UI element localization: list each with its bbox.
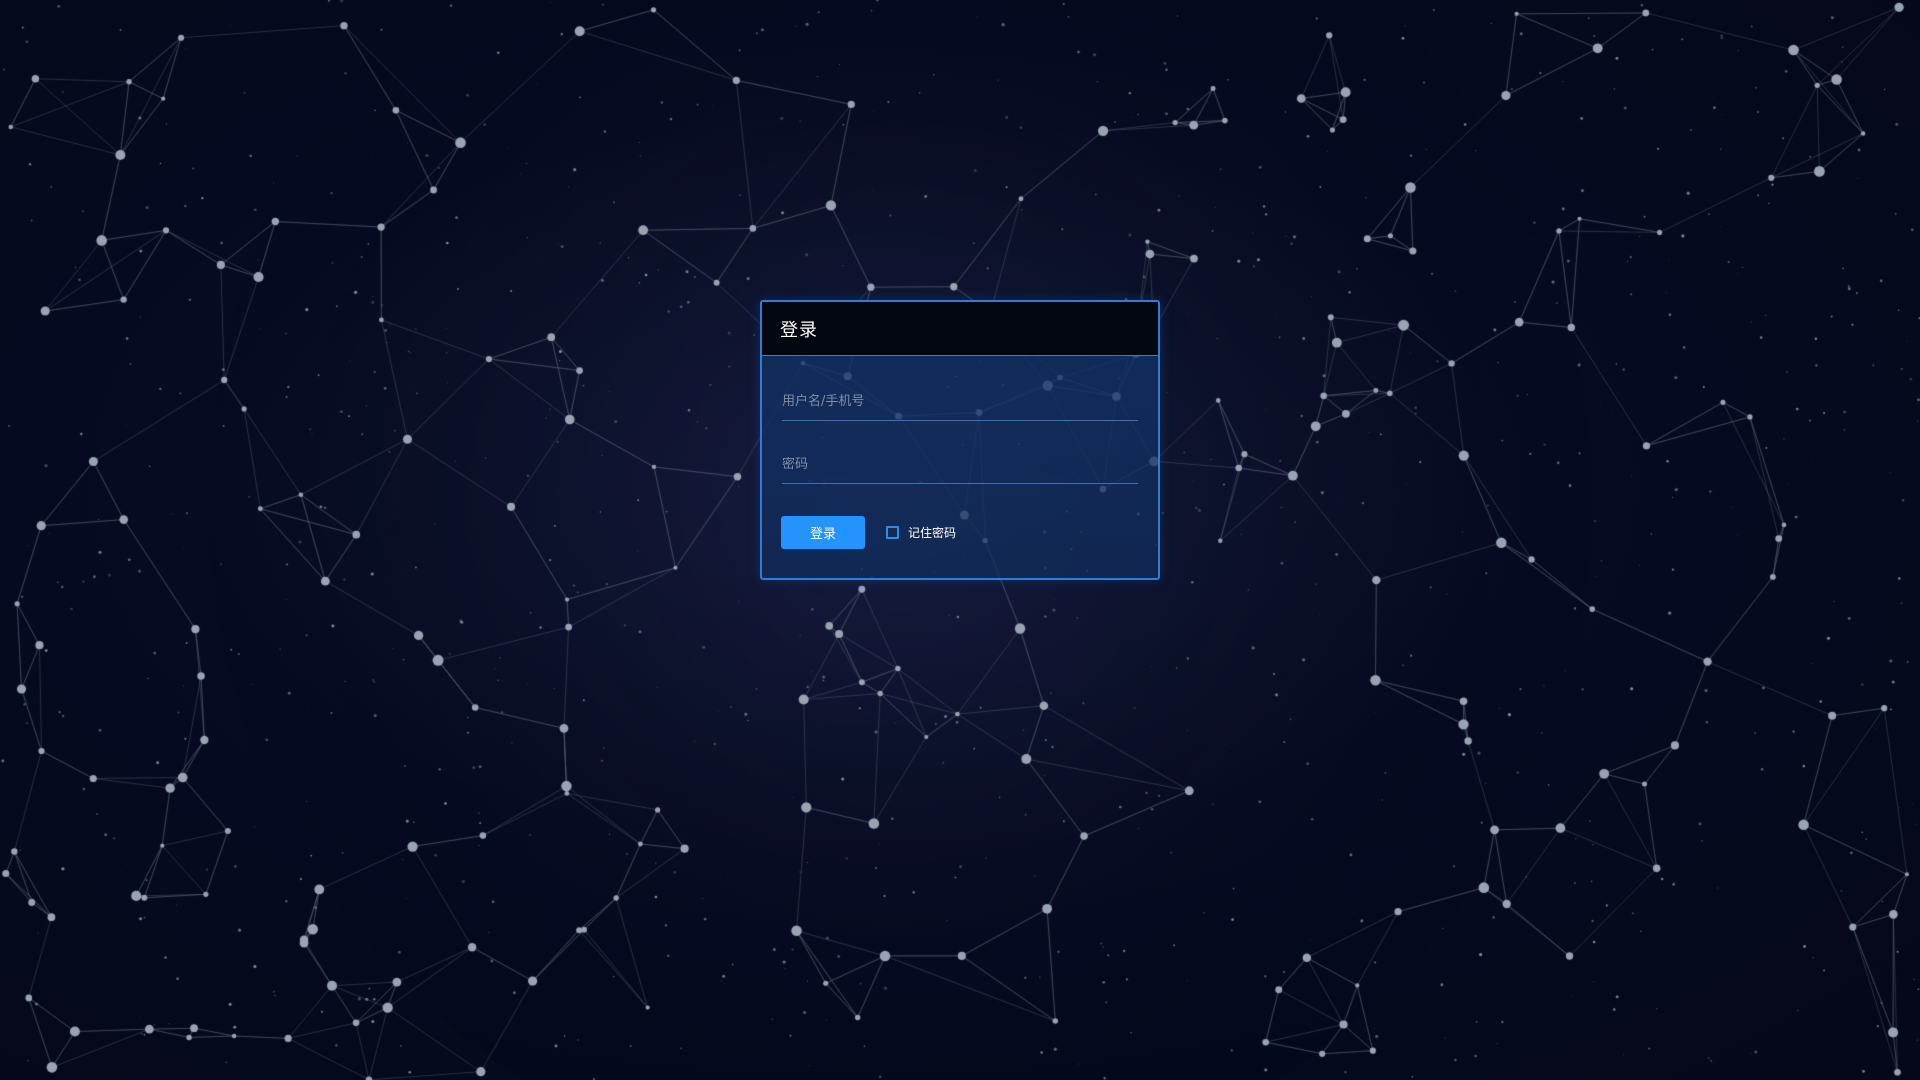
login-title: 登录 — [780, 319, 818, 341]
login-panel: 登录 登录 记住密码 — [760, 300, 1160, 580]
remember-password-toggle[interactable]: 记住密码 — [886, 524, 956, 541]
username-field — [782, 382, 1138, 421]
login-button[interactable]: 登录 — [781, 516, 865, 549]
password-input[interactable] — [782, 456, 1138, 472]
background-scene: 登录 登录 记住密码 — [0, 0, 1920, 1080]
remember-password-checkbox[interactable] — [886, 526, 899, 539]
username-input[interactable] — [782, 393, 1138, 409]
password-field — [782, 445, 1138, 484]
remember-password-label: 记住密码 — [908, 526, 957, 540]
login-header: 登录 — [762, 302, 1158, 356]
